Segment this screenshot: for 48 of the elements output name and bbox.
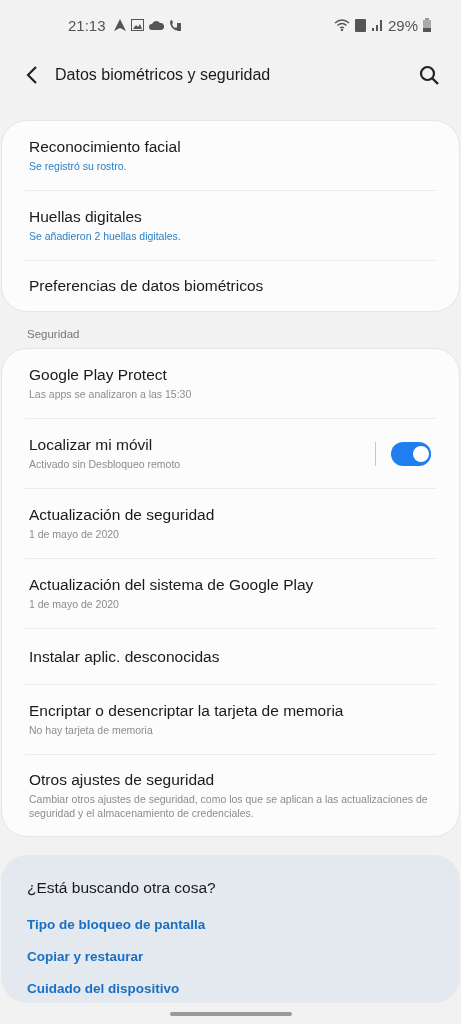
- wifi-icon: [333, 19, 350, 31]
- settings-item[interactable]: Preferencias de datos biométricos: [2, 261, 459, 311]
- item-subtitle: Se añadieron 2 huellas digitales.: [29, 229, 181, 243]
- signal-icon: [370, 19, 383, 31]
- status-time: 21:13: [68, 16, 106, 34]
- item-title: Instalar aplic. desconocidas: [29, 647, 220, 666]
- item-subtitle: 1 de mayo de 2020: [29, 597, 119, 611]
- item-subtitle: Se registró su rostro.: [29, 159, 127, 173]
- section-label: Seguridad: [27, 328, 81, 340]
- item-title: Huellas digitales: [29, 208, 142, 226]
- battery-percentage: 29%: [387, 16, 418, 34]
- item-subtitle: 1 de mayo de 2020: [29, 527, 119, 541]
- settings-item[interactable]: Otros ajustes de seguridad Cambiar otros ajustes de seguridad, como los que se aplican a las actualizaciones de seguridad y el almacenamiento de credenciales.: [2, 755, 459, 836]
- home-handle[interactable]: [169, 1011, 292, 1016]
- item-title: Actualización del sistema de Google Play: [29, 576, 314, 594]
- battery-icon: [423, 18, 431, 32]
- item-subtitle: Las apps se analizaron a las 15:30: [29, 387, 192, 401]
- call-icon: [168, 18, 182, 32]
- settings-item[interactable]: Huellas digitales Se añadieron 2 huellas digitales.: [2, 191, 459, 260]
- back-icon: [26, 65, 38, 85]
- suggestions-heading: ¿Está buscando otra cosa?: [27, 879, 216, 897]
- settings-item[interactable]: Actualización de seguridad 1 de mayo de 2020: [2, 489, 459, 558]
- suggestion-link[interactable]: Cuidado del dispositivo: [27, 973, 180, 1005]
- settings-item[interactable]: Reconocimiento facial Se registró su rostro.: [2, 121, 459, 190]
- settings-item[interactable]: Instalar aplic. desconocidas: [2, 629, 459, 684]
- search-button[interactable]: [417, 63, 441, 87]
- item-title: Google Play Protect: [29, 366, 167, 384]
- settings-item[interactable]: Google Play Protect Las apps se analizaron a las 15:30: [2, 349, 459, 418]
- image-icon: [130, 19, 144, 31]
- cloud-icon: [148, 20, 164, 30]
- item-subtitle: No hay tarjeta de memoria: [29, 723, 153, 737]
- search-icon: [419, 65, 439, 85]
- item-title: Preferencias de datos biométricos: [29, 277, 264, 295]
- item-title: Reconocimiento facial: [29, 138, 181, 156]
- item-title: Otros ajustes de seguridad: [29, 771, 215, 789]
- suggestion-link[interactable]: Tipo de bloqueo de pantalla: [27, 909, 206, 941]
- settings-item[interactable]: Localizar mi móvil Activado sin Desbloqueo remoto: [2, 419, 459, 488]
- item-title: Actualización de seguridad: [29, 506, 215, 524]
- toggle-switch[interactable]: [391, 441, 431, 466]
- suggestion-link[interactable]: Copiar y restaurar: [27, 941, 144, 973]
- settings-item[interactable]: Encriptar o desencriptar la tarjeta de memoria No hay tarjeta de memoria: [2, 685, 459, 754]
- item-subtitle: Cambiar otros ajustes de seguridad, como los que se aplican a las actualizaciones de seguridad y el almacenamiento de credenciales.: [29, 792, 429, 820]
- item-title: Encriptar o desencriptar la tarjeta de memoria: [29, 702, 344, 720]
- page-title: Datos biométricos y seguridad: [55, 66, 272, 84]
- item-title: Localizar mi móvil: [29, 436, 153, 454]
- item-subtitle: Activado sin Desbloqueo remoto: [29, 457, 181, 471]
- navigation-arrow-icon: [113, 19, 126, 31]
- settings-item[interactable]: Actualización del sistema de Google Play 1 de mayo de 2020: [2, 559, 459, 628]
